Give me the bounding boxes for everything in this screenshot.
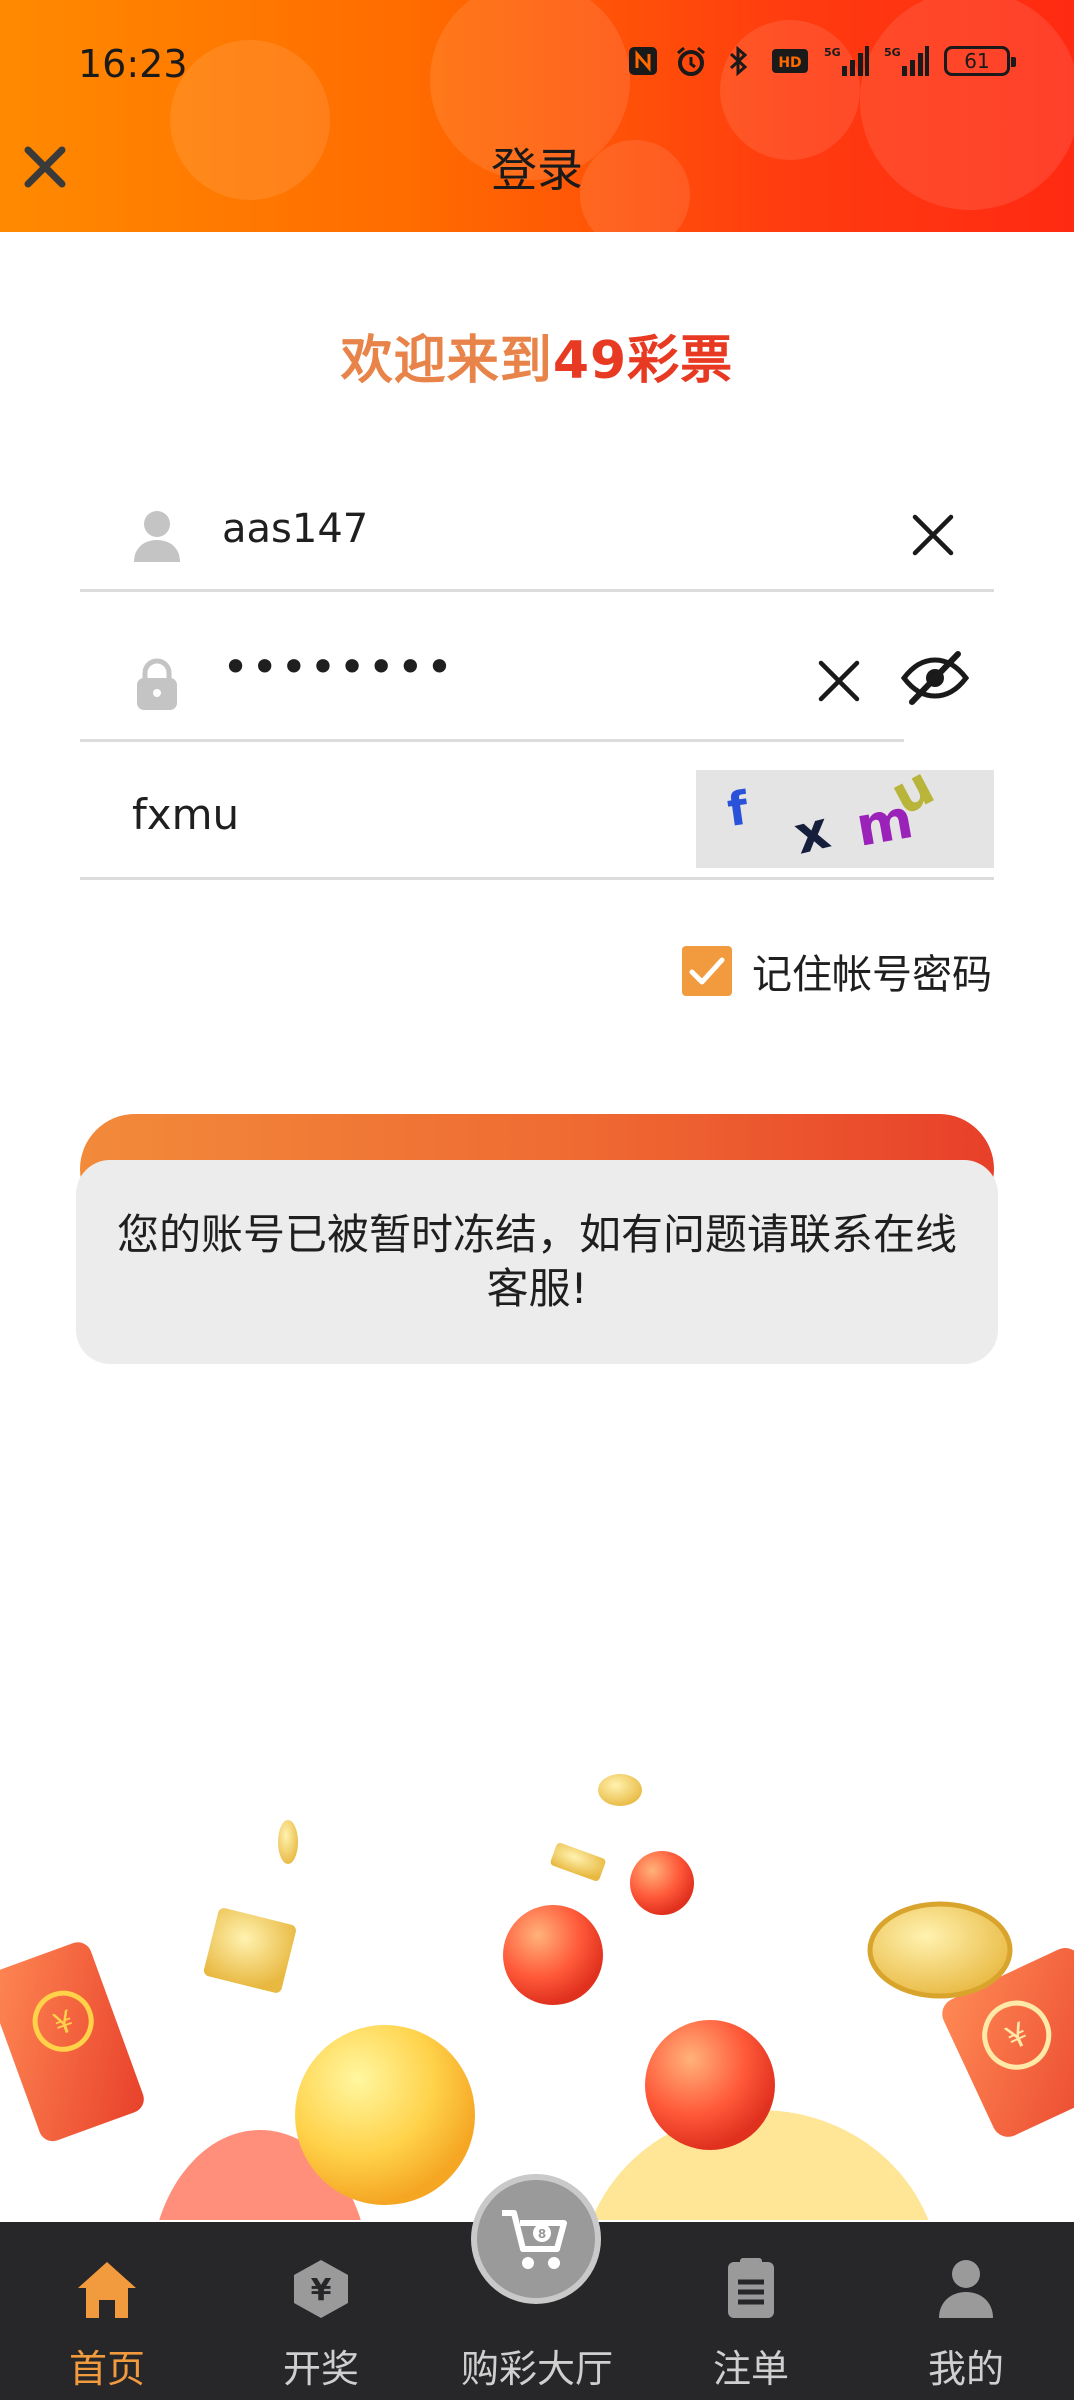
tab-label: 注单: [712, 2347, 789, 2391]
red-ball: [630, 1851, 694, 1915]
nfc-icon: [629, 47, 657, 75]
status-time: 16:23: [78, 42, 188, 86]
gold-ingot: [550, 1842, 606, 1882]
username-field[interactable]: aas147: [80, 478, 994, 592]
svg-text:HD: HD: [778, 55, 801, 71]
svg-text:8: 8: [538, 2227, 546, 2241]
hd-icon: HD: [772, 49, 808, 73]
check-icon: [689, 957, 725, 985]
welcome-brand: 49彩票: [552, 331, 734, 391]
header: 16:23 HD 5G 5G 61 登录: [0, 0, 1074, 232]
clear-password-icon[interactable]: [814, 656, 864, 706]
cart-icon: 8: [502, 2210, 567, 2269]
battery-indicator: 61: [944, 46, 1016, 76]
status-bar: 16:23 HD 5G 5G 61: [0, 0, 1074, 130]
battery-level: 61: [964, 49, 990, 73]
yellow-ball: [295, 2025, 475, 2205]
password-field[interactable]: ••••••••: [80, 626, 904, 742]
captcha-char: x: [789, 800, 836, 866]
clear-username-icon[interactable]: [908, 510, 958, 560]
tab-lottery-results[interactable]: ¥ 开奖: [231, 2222, 411, 2400]
remember-label: 记住帐号密码: [752, 952, 992, 998]
signal-5g-icon: 5G: [884, 46, 929, 76]
signal-5g-icon: 5G: [824, 46, 869, 76]
login-page: 16:23 HD 5G 5G 61 登录 欢迎来到49彩票 aas147 •••…: [0, 0, 1074, 2400]
page-title: 登录: [491, 143, 583, 197]
captcha-value: fxmu: [132, 790, 240, 839]
user-icon: [134, 511, 180, 562]
remember-toggle[interactable]: 记住帐号密码: [682, 942, 992, 1000]
profile-icon: [939, 2260, 993, 2318]
error-toast: 您的账号已被暂时冻结，如有问题请联系在线客服!: [76, 1160, 998, 1364]
red-ball: [503, 1905, 603, 2005]
gold-ingot: [203, 1908, 296, 1993]
svg-text:5G: 5G: [884, 46, 901, 59]
lock-icon: [137, 658, 177, 710]
lottery-result-icon: ¥: [294, 2260, 348, 2318]
svg-text:5G: 5G: [824, 46, 841, 59]
captcha-char: f: [724, 780, 752, 836]
tab-home[interactable]: 首页: [17, 2222, 197, 2400]
red-ball: [645, 2020, 775, 2150]
decorative-banner: ¥ ¥: [0, 1740, 1074, 2220]
home-icon: [78, 2262, 136, 2318]
remember-checkbox[interactable]: [682, 946, 732, 996]
password-value: ••••••••: [222, 640, 456, 694]
gold-coin: [598, 1774, 642, 1806]
welcome-heading: 欢迎来到49彩票: [0, 318, 1074, 393]
lottery-hall-button[interactable]: 8: [471, 2174, 601, 2304]
tab-label: 购彩大厅: [460, 2347, 613, 2391]
gold-coin: [867, 1901, 1013, 1999]
alarm-icon: [677, 46, 705, 76]
toast-message: 您的账号已被暂时冻结，如有问题请联系在线客服!: [116, 1210, 957, 1313]
svg-text:¥: ¥: [311, 2273, 332, 2308]
gold-coin: [278, 1820, 298, 1864]
tab-label: 我的: [927, 2347, 1004, 2391]
clipboard-icon: [728, 2258, 774, 2318]
captcha-image[interactable]: f x m u: [696, 754, 994, 868]
tab-label: 首页: [68, 2347, 145, 2391]
eye-off-icon[interactable]: [900, 648, 970, 708]
username-value: aas147: [222, 506, 369, 552]
welcome-prefix: 欢迎来到: [340, 331, 553, 391]
status-icons: HD 5G 5G 61: [626, 44, 1016, 78]
tab-bets[interactable]: 注单: [661, 2222, 841, 2400]
red-envelope: ¥: [0, 1942, 144, 2142]
bluetooth-icon: [729, 45, 748, 77]
tab-label: 开奖: [282, 2347, 359, 2391]
tab-profile[interactable]: 我的: [876, 2222, 1056, 2400]
